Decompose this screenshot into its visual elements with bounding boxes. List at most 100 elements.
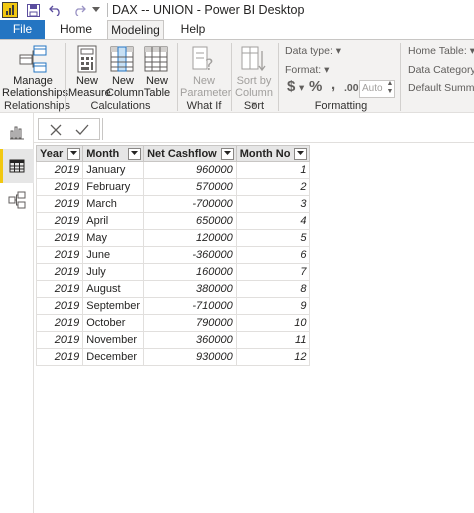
cell-month-no[interactable]: 3 xyxy=(235,195,311,213)
new-column-button[interactable]: New Column xyxy=(106,45,144,99)
currency-caret-icon[interactable]: ▾ xyxy=(299,82,304,94)
manage-relationships-button[interactable]: Manage Relationships xyxy=(2,45,69,99)
cell-net-cashflow[interactable]: 960000 xyxy=(143,161,237,179)
manage-label-line2: Relationships xyxy=(2,87,69,99)
cell-month[interactable]: January xyxy=(82,161,145,179)
comma-button[interactable]: , xyxy=(331,76,335,93)
cell-month[interactable]: December xyxy=(82,348,145,366)
formula-actions xyxy=(38,118,100,140)
new-measure-line1: New xyxy=(75,75,98,87)
format-dropdown[interactable]: Format: ▾ xyxy=(285,64,329,76)
tab-modeling[interactable]: Modeling xyxy=(107,20,164,39)
cell-year[interactable]: 2019 xyxy=(35,178,84,196)
default-summarization-dropdown[interactable]: Default Summari xyxy=(408,82,474,94)
cell-month[interactable]: May xyxy=(82,229,145,247)
filter-dropdown-icon[interactable] xyxy=(220,147,234,160)
home-table-dropdown[interactable]: Home Table: ▾ xyxy=(408,45,474,57)
data-view-button[interactable] xyxy=(0,149,34,183)
cell-net-cashflow[interactable]: 120000 xyxy=(143,229,237,247)
filter-dropdown-icon[interactable] xyxy=(67,147,81,160)
new-table-button[interactable]: New Table xyxy=(141,45,173,99)
undo-icon[interactable] xyxy=(48,2,64,18)
quick-access-dropdown-icon[interactable] xyxy=(91,2,101,18)
column-header-net-cashflow[interactable]: Net Cashflow xyxy=(143,145,237,162)
cell-month-no[interactable]: 4 xyxy=(235,212,311,230)
cancel-button[interactable] xyxy=(45,121,67,138)
cell-month-no[interactable]: 5 xyxy=(235,229,311,247)
cell-month[interactable]: August xyxy=(82,280,145,298)
spinner-down-icon[interactable]: ▼ xyxy=(385,88,395,96)
cell-year[interactable]: 2019 xyxy=(35,280,84,298)
new-measure-button[interactable]: New Measure xyxy=(68,45,111,99)
cell-net-cashflow[interactable]: 160000 xyxy=(143,263,237,281)
data-type-dropdown[interactable]: Data type: ▾ xyxy=(285,45,341,57)
cell-month[interactable]: April xyxy=(82,212,145,230)
cell-year[interactable]: 2019 xyxy=(35,331,84,349)
cell-month[interactable]: September xyxy=(82,297,145,315)
redo-icon[interactable] xyxy=(71,2,87,18)
formula-input[interactable] xyxy=(102,118,474,140)
cell-month[interactable]: June xyxy=(82,246,145,264)
cell-net-cashflow[interactable]: 790000 xyxy=(143,314,237,332)
decimal-button[interactable]: .00 xyxy=(344,82,359,94)
cell-year[interactable]: 2019 xyxy=(35,229,84,247)
cell-net-cashflow[interactable]: 380000 xyxy=(143,280,237,298)
group-label-sort: Sort xyxy=(243,100,265,112)
cell-year[interactable]: 2019 xyxy=(35,348,84,366)
ribbon-tabs: File Home Modeling Help xyxy=(0,20,474,39)
cell-month[interactable]: October xyxy=(82,314,145,332)
report-view-button[interactable] xyxy=(0,115,34,149)
tab-file[interactable]: File xyxy=(0,20,45,39)
column-header-month-no[interactable]: Month No xyxy=(235,145,311,162)
cell-net-cashflow[interactable]: 570000 xyxy=(143,178,237,196)
cell-month-no[interactable]: 8 xyxy=(235,280,311,298)
cell-year[interactable]: 2019 xyxy=(35,314,84,332)
cell-net-cashflow[interactable]: -700000 xyxy=(143,195,237,213)
currency-button[interactable]: $ xyxy=(287,78,295,95)
cell-month-no[interactable]: 2 xyxy=(235,178,311,196)
commit-button[interactable] xyxy=(71,121,93,138)
cell-month-no[interactable]: 9 xyxy=(235,297,311,315)
model-view-button[interactable] xyxy=(0,183,34,217)
cell-year[interactable]: 2019 xyxy=(35,263,84,281)
tab-home[interactable]: Home xyxy=(58,20,94,39)
column-header-month[interactable]: Month xyxy=(82,145,145,162)
cell-year[interactable]: 2019 xyxy=(35,195,84,213)
spinner-up-icon[interactable]: ▲ xyxy=(385,80,395,88)
cell-net-cashflow[interactable]: -710000 xyxy=(143,297,237,315)
new-measure-line2: Measure xyxy=(68,87,111,99)
table-row: 2019 September -710000 9 xyxy=(35,297,311,315)
cell-month-no[interactable]: 12 xyxy=(235,348,311,366)
column-header-year[interactable]: Year xyxy=(35,145,84,162)
tab-help[interactable]: Help xyxy=(178,20,208,39)
data-category-dropdown[interactable]: Data Category: U xyxy=(408,64,474,76)
cell-month[interactable]: March xyxy=(82,195,145,213)
percent-button[interactable]: % xyxy=(309,78,322,95)
decimal-spinner[interactable]: ▲ ▼ xyxy=(385,80,395,98)
cell-month[interactable]: July xyxy=(82,263,145,281)
cell-month-no[interactable]: 11 xyxy=(235,331,311,349)
cell-month[interactable]: February xyxy=(82,178,145,196)
cell-year[interactable]: 2019 xyxy=(35,246,84,264)
cell-year[interactable]: 2019 xyxy=(35,297,84,315)
cell-year[interactable]: 2019 xyxy=(35,161,84,179)
cell-net-cashflow[interactable]: 360000 xyxy=(143,331,237,349)
cell-year[interactable]: 2019 xyxy=(35,212,84,230)
cell-month-no[interactable]: 6 xyxy=(235,246,311,264)
filter-dropdown-icon[interactable] xyxy=(128,147,142,160)
cell-month-no[interactable]: 10 xyxy=(235,314,311,332)
manage-label-line1: Manage xyxy=(13,75,53,87)
new-parameter-button[interactable]: ? New Parameter xyxy=(180,45,231,99)
group-label-whatif: What If xyxy=(186,100,222,112)
cell-net-cashflow[interactable]: -360000 xyxy=(143,246,237,264)
column-header-label: Month No xyxy=(239,147,291,160)
table-row: 2019 November 360000 11 xyxy=(35,331,311,349)
cell-net-cashflow[interactable]: 930000 xyxy=(143,348,237,366)
cell-month-no[interactable]: 1 xyxy=(235,161,311,179)
cell-month[interactable]: November xyxy=(82,331,145,349)
cell-net-cashflow[interactable]: 650000 xyxy=(143,212,237,230)
parameter-icon: ? xyxy=(192,46,214,73)
cell-month-no[interactable]: 7 xyxy=(235,263,311,281)
save-icon[interactable] xyxy=(25,2,41,18)
filter-dropdown-icon[interactable] xyxy=(294,147,308,160)
